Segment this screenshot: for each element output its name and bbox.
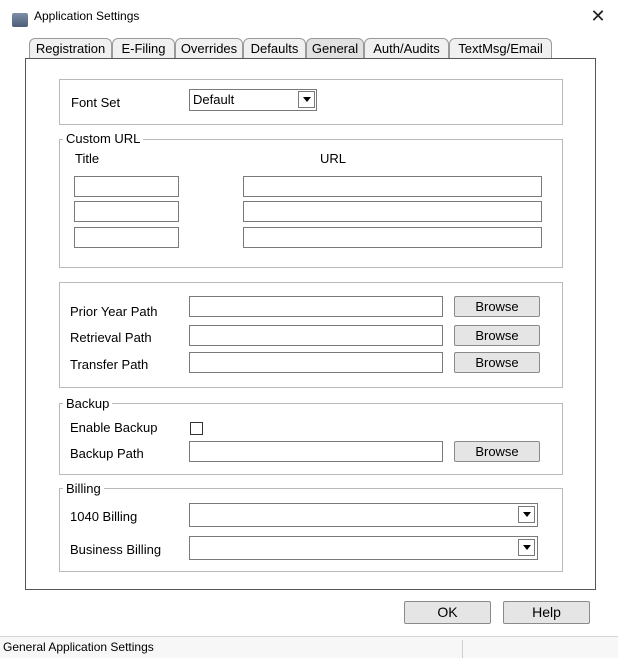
custom-url-url-input-1[interactable] (243, 176, 542, 197)
business-billing-dropdown[interactable] (189, 536, 538, 560)
tab-registration[interactable]: Registration (29, 38, 112, 58)
title-column-header: Title (75, 151, 100, 166)
custom-url-url-input-2[interactable] (243, 201, 542, 222)
transfer-browse-button[interactable]: Browse (454, 352, 540, 373)
window-title: Application Settings (34, 9, 140, 23)
enable-backup-label: Enable Backup (70, 420, 158, 435)
app-window-icon (12, 13, 28, 27)
retrieval-browse-button[interactable]: Browse (454, 325, 540, 346)
font-set-label: Font Set (71, 95, 121, 110)
billing-1040-label: 1040 Billing (70, 509, 138, 524)
status-divider (462, 640, 463, 658)
custom-url-title-input-2[interactable] (74, 201, 179, 222)
custom-url-legend: Custom URL (63, 132, 144, 146)
tab-auth-audits[interactable]: Auth/Audits (364, 38, 449, 58)
retrieval-path-label: Retrieval Path (70, 330, 152, 345)
transfer-path-input[interactable] (189, 352, 443, 373)
font-set-value: Default (193, 92, 235, 107)
help-button[interactable]: Help (503, 601, 590, 624)
close-button[interactable]: ✕ (586, 5, 610, 27)
backup-browse-button[interactable]: Browse (454, 441, 540, 462)
transfer-path-label: Transfer Path (70, 357, 149, 372)
custom-url-title-input-1[interactable] (74, 176, 179, 197)
tab-overrides[interactable]: Overrides (175, 38, 243, 58)
tab-e-filing[interactable]: E-Filing (112, 38, 175, 58)
enable-backup-checkbox[interactable] (190, 422, 203, 435)
retrieval-path-input[interactable] (189, 325, 443, 346)
ok-button[interactable]: OK (404, 601, 491, 624)
prior-year-path-input[interactable] (189, 296, 443, 317)
backup-path-label: Backup Path (70, 446, 144, 461)
chevron-down-icon[interactable] (298, 91, 315, 108)
prior-year-path-label: Prior Year Path (70, 304, 158, 319)
business-billing-label: Business Billing (70, 542, 162, 557)
backup-legend: Backup (63, 397, 113, 411)
url-column-header: URL (320, 151, 347, 166)
tab-textmsg-email[interactable]: TextMsg/Email (449, 38, 552, 58)
tab-general[interactable]: General (306, 38, 364, 58)
chevron-down-icon[interactable] (518, 539, 535, 556)
backup-path-input[interactable] (189, 441, 443, 462)
custom-url-title-input-3[interactable] (74, 227, 179, 248)
backup-group (59, 403, 563, 475)
prior-year-browse-button[interactable]: Browse (454, 296, 540, 317)
billing-1040-dropdown[interactable] (189, 503, 538, 527)
font-set-dropdown[interactable]: Default (189, 89, 317, 111)
custom-url-url-input-3[interactable] (243, 227, 542, 248)
chevron-down-icon[interactable] (518, 506, 535, 523)
status-text: General Application Settings (3, 640, 154, 654)
tab-defaults[interactable]: Defaults (243, 38, 306, 58)
billing-legend: Billing (63, 482, 104, 496)
